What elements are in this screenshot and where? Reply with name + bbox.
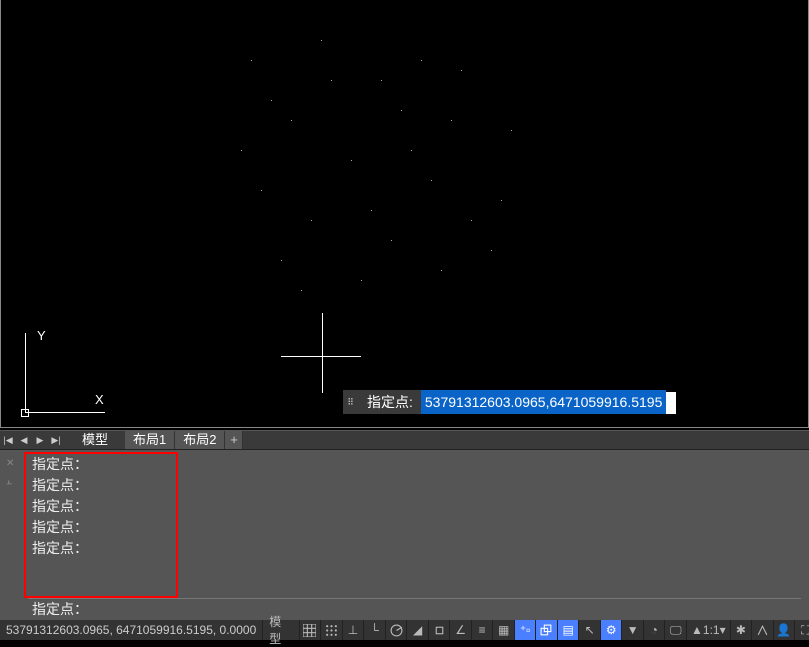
nav-first-button[interactable]: |◀ (0, 431, 16, 449)
polar-toggle-icon[interactable] (385, 620, 407, 640)
add-layout-button[interactable]: + (225, 431, 243, 449)
hardware-accel-icon[interactable]: ◔ (643, 620, 665, 640)
status-bar: 53791312603.0965, 6471059916.5195, 0.000… (0, 620, 809, 640)
command-input-row[interactable]: 指定点： (28, 598, 801, 618)
ortho-toggle-icon[interactable]: └ (363, 620, 385, 640)
lwt-toggle-icon[interactable]: ≡ (471, 620, 493, 640)
dyn-input-toggle-icon[interactable]: ⁺▫ (514, 620, 536, 640)
nav-last-button[interactable]: ▶| (48, 431, 64, 449)
history-line: 指定点： (28, 496, 801, 517)
history-line: 指定点： (28, 538, 801, 559)
constraint-toggle-icon[interactable]: ⊥ (342, 620, 364, 640)
fullscreen-icon[interactable]: ⛶ (794, 620, 809, 640)
prompt-value[interactable]: 53791312603.0965,6471059916.5195 (421, 390, 666, 414)
annotation-scale[interactable]: ▲ 1:1 ▾ (686, 620, 730, 640)
tab-layout2[interactable]: 布局2 (175, 431, 225, 449)
annotation-visibility-icon[interactable]: ✱ (730, 620, 752, 640)
cycling-toggle-icon[interactable] (535, 620, 557, 640)
otrack-toggle-icon[interactable]: ∠ (449, 620, 471, 640)
history-line: 指定点： (28, 475, 801, 496)
ucs-y-label: Y (37, 328, 46, 343)
tab-model[interactable]: 模型 (74, 431, 117, 449)
qprops-toggle-icon[interactable]: ▤ (557, 620, 579, 640)
crosshair-horizontal (281, 356, 361, 357)
transparency-toggle-icon[interactable]: ▦ (492, 620, 514, 640)
command-panel: ✕ ⫠ 指定点： 指定点： 指定点： 指定点： 指定点： 指定点： (0, 450, 809, 620)
drag-handle-icon[interactable]: ⠿ (343, 390, 359, 414)
pin-icon[interactable]: ⫠ (6, 476, 16, 486)
model-toggle[interactable]: 模型 (262, 620, 298, 640)
prompt-label: 指定点: (359, 390, 421, 414)
crosshair-vertical (322, 313, 323, 393)
status-coordinates: 53791312603.0965, 6471059916.5195, 0.000… (0, 623, 262, 637)
close-icon[interactable]: ✕ (6, 458, 16, 468)
snap-toggle-icon[interactable] (320, 620, 342, 640)
drawing-points (201, 20, 601, 320)
dynamic-input-prompt[interactable]: ⠿ 指定点: 53791312603.0965,6471059916.5195 (343, 390, 676, 414)
cursor-caret (666, 392, 676, 414)
command-input[interactable]: 指定点： (28, 599, 801, 619)
workspace-icon[interactable]: ⚙ (600, 620, 622, 640)
ucs-x-label: X (95, 392, 104, 407)
nav-next-button[interactable]: ▶ (32, 431, 48, 449)
monitor-icon[interactable]: 🖵 (664, 620, 686, 640)
command-history: 指定点： 指定点： 指定点： 指定点： 指定点： (28, 454, 801, 559)
layout-tab-bar: |◀ ◀ ▶ ▶| 模型 布局1 布局2 + (0, 430, 809, 450)
tab-layout1[interactable]: 布局1 (125, 431, 175, 449)
isodraft-toggle-icon[interactable]: ◢ (406, 620, 428, 640)
nav-prev-button[interactable]: ◀ (16, 431, 32, 449)
drawing-canvas[interactable]: Y X ⠿ 指定点: 53791312603.0965,6471059916.5… (0, 0, 809, 428)
grid-toggle-icon[interactable] (299, 620, 321, 640)
history-line: 指定点： (28, 454, 801, 475)
annotation-auto-icon[interactable] (751, 620, 773, 640)
layers-icon[interactable]: ▼ (621, 620, 643, 640)
history-line: 指定点： (28, 517, 801, 538)
users-icon[interactable]: 👤 (773, 620, 795, 640)
cursor-toggle-icon[interactable]: ↖ (578, 620, 600, 640)
osnap-toggle-icon[interactable] (428, 620, 450, 640)
